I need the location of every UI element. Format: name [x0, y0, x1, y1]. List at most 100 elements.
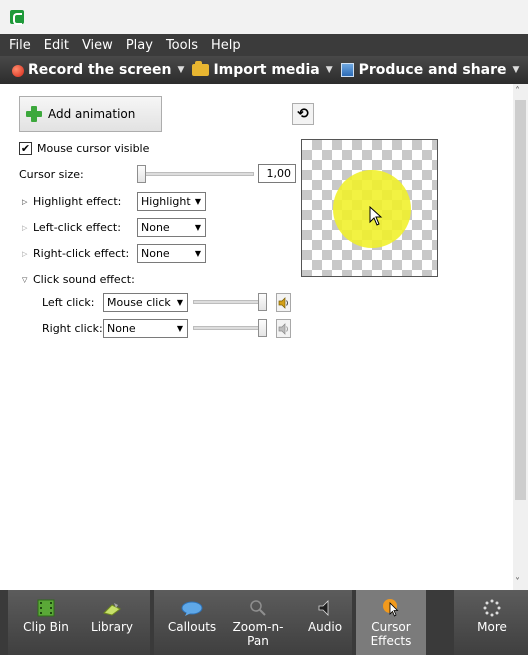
right-click-sound-label: Right click:	[42, 322, 103, 335]
left-click-sound-value: Mouse click	[107, 296, 171, 309]
chevron-down-icon: ▼	[177, 65, 185, 75]
dropdown-arrow-icon: ▼	[176, 298, 183, 307]
right-click-effect-value: None	[141, 247, 170, 260]
mouse-cursor-visible-checkbox[interactable]: ✔	[19, 142, 32, 155]
folder-icon	[192, 61, 210, 76]
produce-icon	[340, 63, 354, 77]
bottom-tab-bar: Clip Bin Library Callouts Zoom-n- Pan Au…	[0, 590, 528, 655]
right-click-speaker-button[interactable]	[276, 319, 291, 338]
left-click-effect-value: None	[141, 221, 170, 234]
add-animation-label: Add animation	[48, 107, 136, 121]
left-click-effect-row[interactable]: ▷ Left-click effect:	[22, 221, 121, 234]
left-click-volume-slider[interactable]	[193, 300, 263, 304]
menu-tools[interactable]: Tools	[166, 38, 198, 53]
import-media-label: Import media	[213, 62, 320, 78]
tab-zoom-n-pan[interactable]: Zoom-n- Pan	[226, 590, 290, 655]
tab-zoom-n-pan-label: Zoom-n- Pan	[232, 620, 284, 649]
tab-cursor-effects[interactable]: Cursor Effects	[358, 590, 424, 655]
tab-library[interactable]: Library	[84, 590, 140, 655]
right-click-volume-slider[interactable]	[193, 326, 263, 330]
more-dots-icon	[483, 595, 501, 617]
add-animation-button[interactable]: Add animation	[19, 96, 162, 132]
highlight-effect-dropdown[interactable]: Highlight ▼	[137, 192, 206, 211]
right-click-effect-row[interactable]: ▷ Right-click effect:	[22, 247, 129, 260]
tab-more[interactable]: More	[460, 590, 524, 655]
dropdown-arrow-icon: ▼	[194, 249, 201, 258]
tab-library-label: Library	[91, 620, 133, 634]
menu-bar: File Edit View Play Tools Help	[0, 34, 528, 56]
right-click-sound-row: Right click:	[42, 322, 103, 335]
refresh-icon: ⟲	[297, 106, 309, 122]
tab-clip-bin-label: Clip Bin	[23, 620, 69, 634]
tab-audio[interactable]: Audio	[294, 590, 356, 655]
cursor-size-row: Cursor size:	[19, 168, 84, 181]
right-click-sound-value: None	[107, 322, 136, 335]
menu-file[interactable]: File	[9, 38, 31, 53]
menu-play[interactable]: Play	[126, 38, 153, 53]
mouse-cursor-visible-label: Mouse cursor visible	[37, 142, 150, 155]
menu-help[interactable]: Help	[211, 38, 241, 53]
cursor-size-slider[interactable]	[138, 172, 254, 176]
produce-share-label: Produce and share	[358, 62, 507, 78]
audio-icon	[317, 595, 333, 617]
chevron-down-icon: ▼	[325, 65, 333, 75]
right-click-volume-handle[interactable]	[258, 319, 267, 337]
cursor-size-input[interactable]: 1,00	[258, 164, 296, 183]
left-click-effect-label: Left-click effect:	[33, 221, 121, 234]
scroll-down-icon[interactable]: ˅	[515, 577, 520, 588]
record-screen-button[interactable]: Record the screen ▼	[28, 62, 184, 78]
left-click-effect-dropdown[interactable]: None ▼	[137, 218, 206, 237]
left-click-volume-handle[interactable]	[258, 293, 267, 311]
speaker-icon	[278, 297, 288, 309]
scrollbar-thumb[interactable]	[515, 100, 526, 500]
menu-edit[interactable]: Edit	[44, 38, 69, 53]
tab-audio-label: Audio	[307, 620, 343, 634]
cursor-preview	[301, 139, 438, 277]
cursor-size-value: 1,00	[266, 167, 292, 180]
right-click-effect-dropdown[interactable]: None ▼	[137, 244, 206, 263]
chevron-down-icon: ▼	[512, 65, 520, 75]
record-icon	[12, 65, 24, 77]
dropdown-arrow-icon: ▼	[176, 324, 183, 333]
library-icon	[102, 595, 122, 617]
mouse-cursor-visible-row: ✔ Mouse cursor visible	[19, 142, 149, 155]
dropdown-arrow-icon: ▼	[194, 223, 201, 232]
highlight-effect-label: Highlight effect:	[33, 195, 122, 208]
produce-share-button[interactable]: Produce and share ▼	[340, 62, 520, 78]
record-screen-label: Record the screen	[28, 62, 172, 78]
right-click-effect-label: Right-click effect:	[33, 247, 130, 260]
vertical-scrollbar[interactable]: ˄ ˅	[513, 84, 528, 590]
mouse-pointer-icon	[369, 206, 383, 226]
expand-triangle-icon[interactable]: ▷	[22, 198, 28, 206]
click-sound-effect-row[interactable]: ▽ Click sound effect:	[22, 273, 135, 286]
tab-callouts-label: Callouts	[167, 620, 217, 634]
expand-triangle-icon[interactable]: ▷	[22, 224, 28, 232]
tab-more-label: More	[477, 620, 507, 634]
dropdown-arrow-icon: ▼	[194, 197, 201, 206]
tab-clip-bin[interactable]: Clip Bin	[14, 590, 78, 655]
collapse-triangle-icon[interactable]: ▽	[22, 276, 28, 284]
cursor-size-label: Cursor size:	[19, 168, 84, 181]
left-click-sound-dropdown[interactable]: Mouse click ▼	[103, 293, 188, 312]
tab-callouts[interactable]: Callouts	[160, 590, 224, 655]
import-media-button[interactable]: Import media ▼	[192, 61, 333, 78]
expand-triangle-icon[interactable]: ▷	[22, 250, 28, 258]
magnifier-icon	[249, 595, 267, 617]
menu-view[interactable]: View	[82, 38, 113, 53]
right-click-sound-dropdown[interactable]: None ▼	[103, 319, 188, 338]
left-click-sound-label: Left click:	[42, 296, 95, 309]
reset-preview-button[interactable]: ⟲	[292, 103, 314, 125]
cursor-effects-panel: Add animation ⟲ ✔ Mouse cursor visible C…	[0, 84, 513, 590]
left-click-sound-row: Left click:	[42, 296, 94, 309]
left-click-speaker-button[interactable]	[276, 293, 291, 312]
highlight-effect-row[interactable]: ▷ Highlight effect:	[22, 195, 121, 208]
title-bar	[0, 0, 528, 34]
cursor-size-slider-handle[interactable]	[137, 165, 146, 183]
film-strip-icon	[37, 595, 55, 617]
tab-cursor-effects-label: Cursor Effects	[370, 620, 412, 649]
scroll-up-icon[interactable]: ˄	[515, 86, 520, 97]
click-sound-effect-label: Click sound effect:	[33, 273, 135, 286]
speech-bubble-icon	[181, 595, 203, 617]
cursor-effects-icon	[382, 595, 400, 617]
speaker-icon	[278, 323, 288, 335]
